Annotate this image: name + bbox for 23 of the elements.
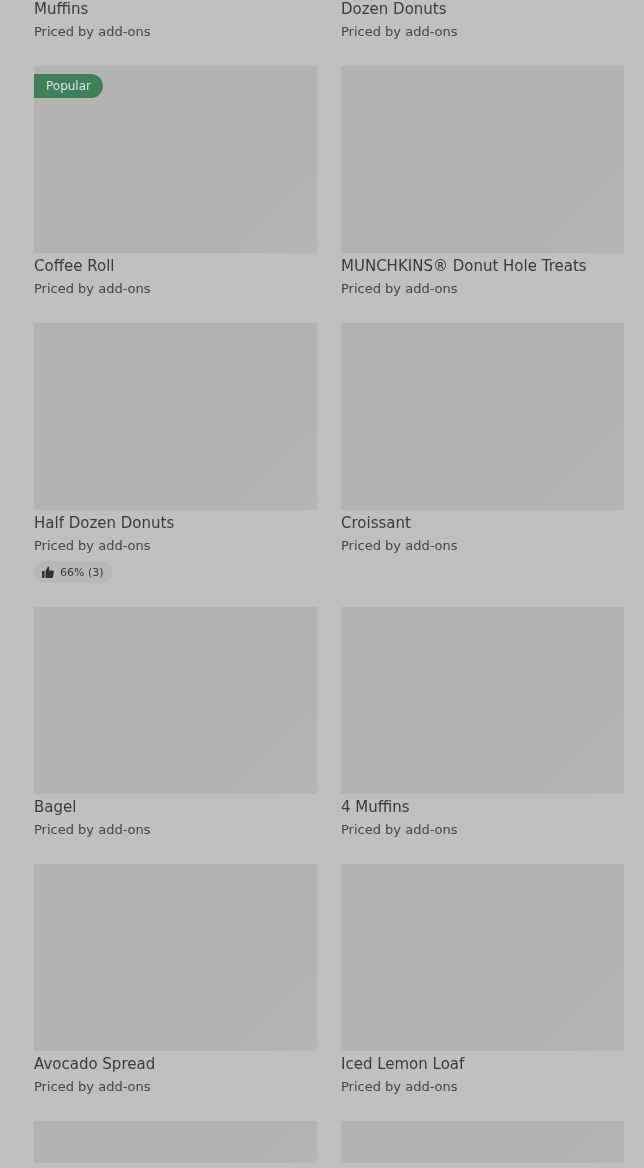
item-price: Priced by add-ons	[341, 537, 459, 555]
item-name: 4 Muffins	[341, 797, 411, 818]
item-name: Bagel	[34, 797, 78, 818]
thumbs-up-icon	[42, 566, 54, 578]
item-price: Priced by add-ons	[341, 23, 459, 41]
rating-chip: 66% (3)	[34, 561, 112, 583]
item-price: Priced by add-ons	[34, 821, 152, 839]
item-price: Priced by add-ons	[34, 1078, 152, 1096]
item-name: Dozen Donuts	[341, 0, 448, 20]
item-price: Priced by add-ons	[34, 537, 152, 555]
item-name: Half Dozen Donuts	[34, 513, 176, 534]
item-name: Croissant	[341, 513, 412, 534]
item-name: Coffee Roll	[34, 256, 116, 277]
item-price: Priced by add-ons	[341, 280, 459, 298]
item-price: Priced by add-ons	[341, 1078, 459, 1096]
item-price: Priced by add-ons	[34, 280, 152, 298]
popular-badge: Popular	[34, 74, 103, 98]
item-name: Avocado Spread	[34, 1054, 157, 1075]
item-price: Priced by add-ons	[341, 821, 459, 839]
item-name: Muffins	[34, 0, 90, 20]
item-name: MUNCHKINS® Donut Hole Treats	[341, 256, 588, 277]
item-price: Priced by add-ons	[34, 23, 152, 41]
item-name: Iced Lemon Loaf	[341, 1054, 466, 1075]
